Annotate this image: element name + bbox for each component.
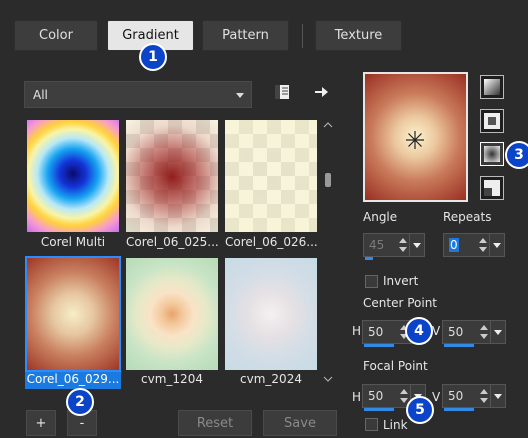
save-label: Save — [284, 415, 316, 431]
gradient-label: Corel_06_025... — [126, 235, 218, 249]
step-badge: 3 — [505, 141, 528, 169]
repeats-spin-arrows[interactable] — [477, 235, 489, 255]
center-v-value: 50 — [448, 325, 464, 339]
center-v-spin-arrows[interactable] — [478, 322, 490, 342]
chevron-up-icon[interactable] — [323, 121, 333, 128]
gradient-thumb-corel-multi[interactable] — [27, 120, 119, 232]
gradient-overlay — [225, 120, 317, 232]
gradient-thumb-corel-06-029[interactable] — [25, 256, 121, 372]
center-point-label: Center Point — [363, 296, 437, 310]
angle-stepper[interactable]: 45 — [363, 233, 425, 260]
gallery-scrollbar[interactable] — [322, 120, 334, 382]
step-badge: 5 — [406, 396, 434, 424]
tab-separator — [302, 24, 303, 48]
angle-label: Angle — [363, 210, 398, 224]
linear-style-icon[interactable] — [480, 75, 504, 99]
angle-slider-bar[interactable] — [365, 257, 373, 260]
tab-label: Pattern — [222, 28, 269, 43]
center-h-slider-bar[interactable] — [364, 344, 394, 347]
gradient-label: Corel_06_026... — [225, 235, 317, 249]
add-gradient-button[interactable]: + — [26, 410, 56, 436]
center-v-prefix: V — [432, 324, 441, 338]
step-badge: 4 — [405, 317, 433, 345]
invert-checkbox[interactable] — [365, 275, 378, 288]
repeats-stepper[interactable]: 0 — [443, 233, 505, 257]
gradient-thumb-corel-06-026[interactable] — [225, 120, 317, 232]
gradient-label: Corel_06_029... — [25, 372, 121, 389]
radial-style-icon[interactable] — [480, 142, 504, 166]
category-dropdown[interactable]: All — [24, 81, 252, 108]
chevron-down-icon[interactable] — [409, 234, 424, 256]
chevron-down-icon[interactable] — [489, 234, 504, 256]
reset-label: Reset — [196, 415, 234, 431]
gradient-preview[interactable] — [363, 72, 468, 202]
remove-label: - — [79, 415, 85, 431]
link-label: Link — [383, 418, 408, 432]
focal-h-prefix: H — [352, 390, 362, 404]
focal-v-slider-bar[interactable] — [444, 408, 474, 411]
add-label: + — [35, 415, 47, 431]
angle-spin-arrows[interactable] — [397, 235, 409, 255]
center-h-prefix: H — [352, 324, 362, 338]
tab-texture[interactable]: Texture — [315, 20, 402, 51]
link-checkbox[interactable] — [365, 418, 378, 431]
book-icon[interactable] — [274, 84, 290, 100]
chevron-down-icon[interactable] — [490, 321, 505, 343]
invert-label: Invert — [383, 274, 419, 288]
gradient-label: Corel Multi — [40, 235, 106, 249]
focal-v-value: 50 — [448, 389, 464, 403]
gradient-thumb-cvm-1204[interactable] — [126, 258, 218, 370]
focal-h-slider-bar[interactable] — [364, 408, 394, 411]
rectangular-style-icon[interactable] — [480, 109, 504, 133]
step-badge: 2 — [66, 388, 94, 416]
repeats-label: Repeats — [443, 210, 492, 224]
tab-label: Color — [39, 28, 73, 43]
gradient-thumb-corel-06-025[interactable] — [126, 120, 218, 232]
arrow-right-icon[interactable] — [313, 84, 329, 100]
gradient-label: cvm_1204 — [141, 372, 203, 386]
save-button[interactable]: Save — [263, 410, 337, 436]
angle-value: 45 — [369, 238, 385, 252]
focal-v-prefix: V — [432, 390, 441, 404]
reset-button[interactable]: Reset — [178, 410, 252, 436]
chevron-down-icon[interactable] — [490, 385, 505, 407]
focal-v-spin-arrows[interactable] — [478, 386, 490, 406]
step-badge: 1 — [139, 43, 167, 71]
gradient-label: cvm_2024 — [240, 372, 302, 386]
scrollbar-thumb[interactable] — [325, 173, 331, 187]
gradient-overlay — [126, 120, 218, 232]
focal-v-stepper[interactable]: 50 — [442, 384, 506, 411]
center-v-slider-bar[interactable] — [444, 344, 474, 347]
corner-style-icon[interactable] — [480, 176, 504, 200]
chevron-down-icon — [236, 93, 244, 98]
chevron-down-icon[interactable] — [323, 376, 333, 383]
focal-point-label: Focal Point — [363, 359, 428, 373]
gradient-thumb-cvm-2024[interactable] — [225, 258, 317, 370]
tab-pattern[interactable]: Pattern — [202, 20, 289, 51]
repeats-value: 0 — [449, 238, 459, 252]
asterisk-icon[interactable] — [405, 130, 425, 150]
category-value: All — [33, 87, 48, 102]
focal-h-value: 50 — [368, 389, 384, 403]
center-v-stepper[interactable]: 50 — [442, 320, 506, 347]
tab-color[interactable]: Color — [14, 20, 98, 51]
center-h-value: 50 — [368, 325, 384, 339]
tab-label: Gradient — [122, 28, 179, 43]
tab-label: Texture — [334, 28, 383, 43]
